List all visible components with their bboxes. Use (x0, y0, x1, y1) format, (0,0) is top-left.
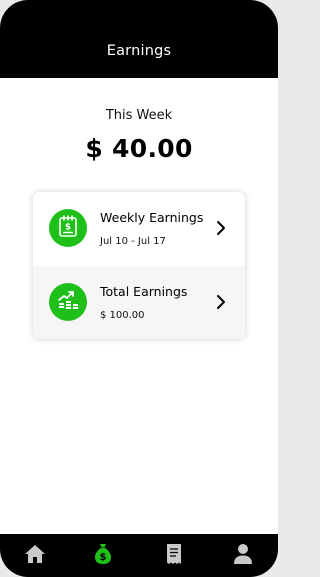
earnings-card: $ Weekly Earnings Jul 10 - Jul 17 Total … (33, 192, 245, 339)
page-title: Earnings (106, 43, 172, 59)
total-earnings-icon-circle (49, 283, 87, 321)
weekly-earnings-row[interactable]: $ Weekly Earnings Jul 10 - Jul 17 (33, 192, 245, 265)
nav-history[interactable] (162, 544, 186, 568)
weekly-earnings-icon-circle: $ (49, 209, 87, 247)
bottom-navigation: $ (0, 534, 278, 577)
this-week-label: This Week (105, 108, 173, 123)
weekly-earnings-title: Weekly Earnings (100, 210, 204, 225)
user-icon (233, 543, 253, 569)
svg-text:$: $ (100, 552, 107, 563)
chevron-right-icon[interactable] (214, 220, 228, 236)
nav-profile[interactable] (231, 544, 255, 568)
nav-home[interactable] (23, 544, 47, 568)
app-screen: Earnings This Week $ 40.00 $ Weekly Earn… (0, 0, 278, 577)
app-header: Earnings (0, 0, 278, 78)
weekly-earnings-date-range: Jul 10 - Jul 17 (100, 236, 166, 247)
home-icon (24, 544, 46, 568)
nav-earnings[interactable]: $ (91, 544, 115, 568)
total-earnings-amount: $ 100.00 (100, 310, 145, 321)
growth-chart-icon (56, 288, 80, 316)
total-earnings-row[interactable]: Total Earnings $ 100.00 (33, 266, 245, 339)
chevron-right-icon[interactable] (214, 294, 228, 310)
money-bag-icon: $ (93, 543, 113, 569)
total-earnings-title: Total Earnings (100, 284, 188, 299)
calendar-dollar-icon: $ (57, 214, 79, 242)
svg-text:$: $ (65, 223, 71, 233)
this-week-amount: $ 40.00 (85, 134, 193, 163)
receipt-icon (165, 543, 183, 569)
